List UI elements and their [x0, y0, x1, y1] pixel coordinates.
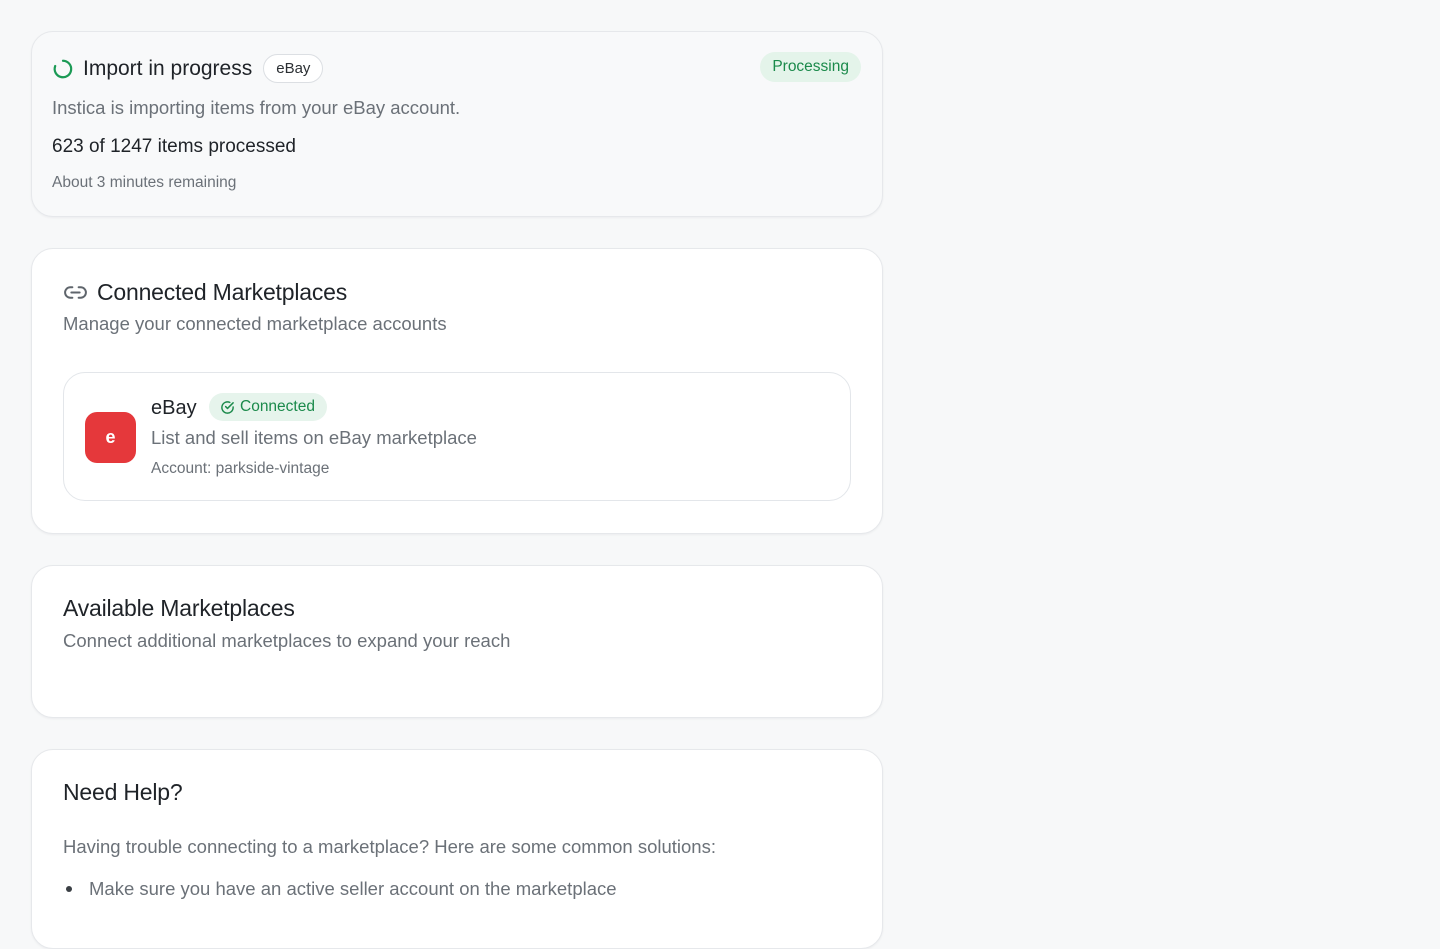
- marketplace-description: List and sell items on eBay marketplace: [151, 427, 477, 448]
- import-description: Instica is importing items from your eBa…: [52, 97, 461, 118]
- source-chip: eBay: [263, 54, 324, 83]
- help-tip-text: Make sure you have an active seller acco…: [89, 878, 617, 899]
- status-badge: Processing: [760, 52, 861, 82]
- available-subtitle: Connect additional marketplaces to expan…: [63, 630, 511, 651]
- available-title: Available Marketplaces: [63, 595, 295, 621]
- help-title: Need Help?: [63, 779, 183, 805]
- connected-title: Connected Marketplaces: [97, 279, 348, 305]
- marketplace-item-ebay[interactable]: e eBay Connected List and sell items on …: [63, 372, 851, 501]
- help-card: Need Help? Having trouble connecting to …: [31, 749, 883, 949]
- import-header: Import in progress eBay: [52, 54, 324, 83]
- marketplace-account: Account: parkside-vintage: [151, 460, 330, 477]
- import-time-remaining: About 3 minutes remaining: [52, 174, 237, 191]
- connected-marketplaces-card: Connected Marketplaces Manage your conne…: [31, 248, 883, 534]
- connected-subtitle: Manage your connected marketplace accoun…: [63, 313, 447, 334]
- help-tips-list: Make sure you have an active seller acco…: [63, 878, 617, 900]
- help-header: Need Help?: [63, 779, 183, 806]
- ebay-logo: e: [85, 412, 136, 463]
- marketplace-name: eBay: [151, 397, 197, 419]
- help-intro: Having trouble connecting to a marketpla…: [63, 836, 716, 857]
- loading-spinner-icon: [52, 58, 74, 80]
- bullet: [66, 886, 72, 892]
- connected-badge: Connected: [209, 393, 327, 421]
- import-status-card: Import in progress eBay Processing Insti…: [31, 31, 883, 217]
- import-title: Import in progress: [83, 56, 253, 80]
- list-item: Make sure you have an active seller acco…: [63, 878, 617, 900]
- connected-badge-label: Connected: [240, 398, 315, 415]
- import-progress-text: 623 of 1247 items processed: [52, 136, 296, 157]
- check-circle-icon: [220, 400, 235, 415]
- link-icon: [63, 280, 88, 305]
- available-header: Available Marketplaces: [63, 595, 295, 622]
- connected-header: Connected Marketplaces: [63, 279, 347, 306]
- available-marketplaces-card: Available Marketplaces Connect additiona…: [31, 565, 883, 718]
- main-column: Import in progress eBay Processing Insti…: [31, 31, 883, 949]
